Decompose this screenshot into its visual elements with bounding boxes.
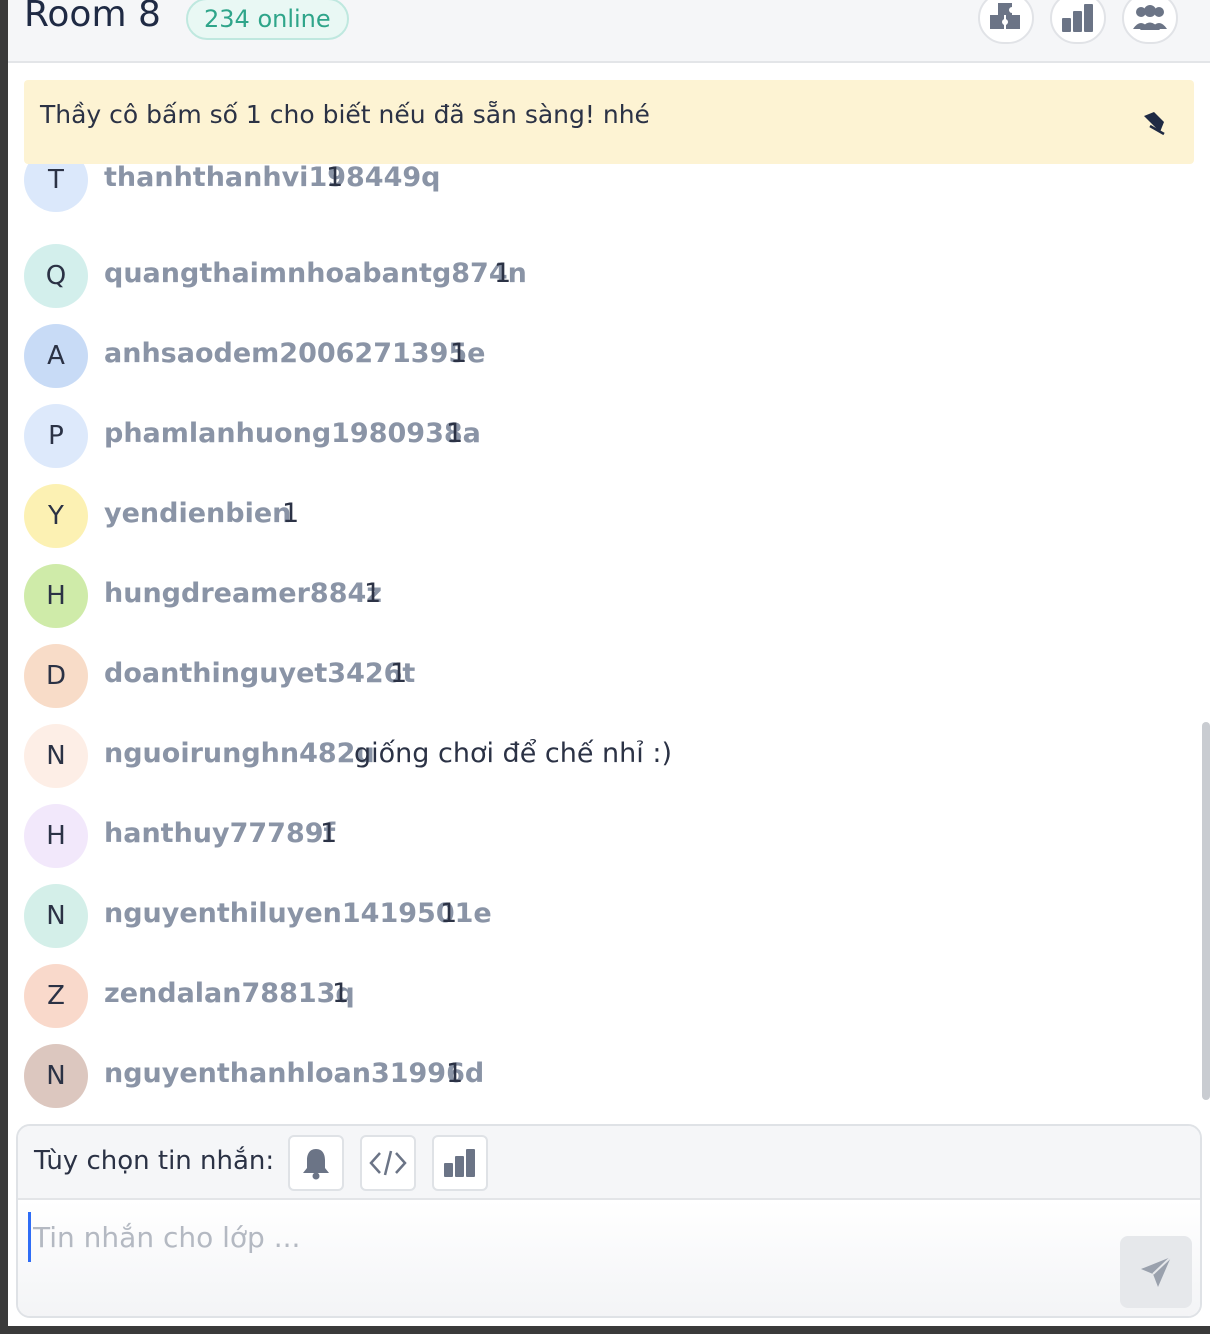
list-item: P phamlanhuong1980938a 1 [24,404,1174,470]
bar-chart-icon [1062,4,1093,32]
list-item: Z zendalan78813q 1 [24,964,1174,1030]
message-options-label: Tùy chọn tin nhắn: [34,1146,275,1176]
avatar: N [24,1044,88,1108]
list-item: Q quangthaimnhoabantg874n 1 [24,244,1174,310]
message-username: hungdreamer884z [104,578,383,609]
avatar: T [24,164,88,212]
message-username: hanthuy77789f [104,818,336,849]
message-text: 1 [326,164,344,193]
message-text: 1 [332,978,350,1009]
poll-button[interactable] [432,1135,488,1191]
message-text: giống chơi để chế nhỉ :) [354,738,672,769]
users-icon [1133,5,1167,30]
send-button[interactable] [1120,1236,1192,1308]
message-options-bar: Tùy chọn tin nhắn: [18,1126,1200,1200]
message-list[interactable]: T thanhthanhvi198449q 1 Q quangthaimnhoa… [8,164,1210,1116]
list-item: D doanthinguyet3426t 1 [24,644,1174,710]
avatar: H [24,564,88,628]
message-username: nguyenthiluyen1419501e [104,898,492,929]
puzzle-icon [990,3,1020,29]
notify-button[interactable] [288,1135,344,1191]
send-icon [1141,1256,1172,1287]
message-text: 1 [494,258,512,289]
message-input[interactable] [28,1212,1108,1262]
code-icon [369,1150,407,1176]
message-username: phamlanhuong1980938a [104,418,481,449]
message-text: 1 [446,418,464,449]
message-text: 1 [450,338,468,369]
bar-chart-icon [444,1149,475,1177]
list-item: N nguoirunghn482u giống chơi để chế nhỉ … [24,724,1174,790]
list-item: A anhsaodem2006271395e 1 [24,324,1174,390]
bell-icon [303,1149,329,1180]
message-username: doanthinguyet3426t [104,658,416,689]
avatar: N [24,884,88,948]
pinned-message: Thầy cô bấm số 1 cho biết nếu đã sẵn sàn… [24,80,1194,164]
message-list-scrollbar[interactable] [1202,722,1210,1100]
members-button[interactable] [1122,0,1178,44]
message-username: yendienbien [104,498,292,529]
code-button[interactable] [360,1135,416,1191]
avatar: H [24,804,88,868]
message-username: nguyenthanhloan31996d [104,1058,485,1089]
message-text: 1 [440,898,458,929]
stats-button[interactable] [1050,0,1106,44]
message-username: anhsaodem2006271395e [104,338,486,369]
avatar: Y [24,484,88,548]
message-username: thanhthanhvi198449q [104,164,441,193]
avatar: Q [24,244,88,308]
avatar: N [24,724,88,788]
activities-button[interactable] [978,0,1034,44]
pin-button[interactable] [1140,108,1168,140]
list-item: Y yendienbien 1 [24,484,1174,550]
list-item: H hungdreamer884z 1 [24,564,1174,630]
message-text: 1 [364,578,382,609]
avatar: D [24,644,88,708]
message-input-area [18,1200,1200,1316]
message-composer: Tùy chọn tin nhắn: [16,1124,1202,1318]
list-item: T thanhthanhvi198449q 1 [24,164,1174,214]
list-item: H hanthuy77789f 1 [24,804,1174,870]
message-text: 1 [320,818,338,849]
message-text: 1 [282,498,300,529]
pinned-message-text: Thầy cô bấm số 1 cho biết nếu đã sẵn sàn… [40,100,650,129]
online-count-badge: 234 online [186,0,349,40]
avatar: A [24,324,88,388]
message-text: 1 [446,1058,464,1089]
message-username: zendalan78813q [104,978,355,1009]
message-username: nguoirunghn482u [104,738,375,769]
list-item: N nguyenthiluyen1419501e 1 [24,884,1174,950]
chat-panel: Room 8 234 online Thầy cô bấm số 1 cho b… [8,0,1210,1326]
list-item: N nguyenthanhloan31996d 1 [24,1044,1174,1110]
message-text: 1 [390,658,408,689]
room-title: Room 8 [24,0,161,35]
message-username: quangthaimnhoabantg874n [104,258,527,289]
pin-icon [1144,112,1165,136]
room-header: Room 8 234 online [8,0,1210,63]
avatar: P [24,404,88,468]
avatar: Z [24,964,88,1028]
